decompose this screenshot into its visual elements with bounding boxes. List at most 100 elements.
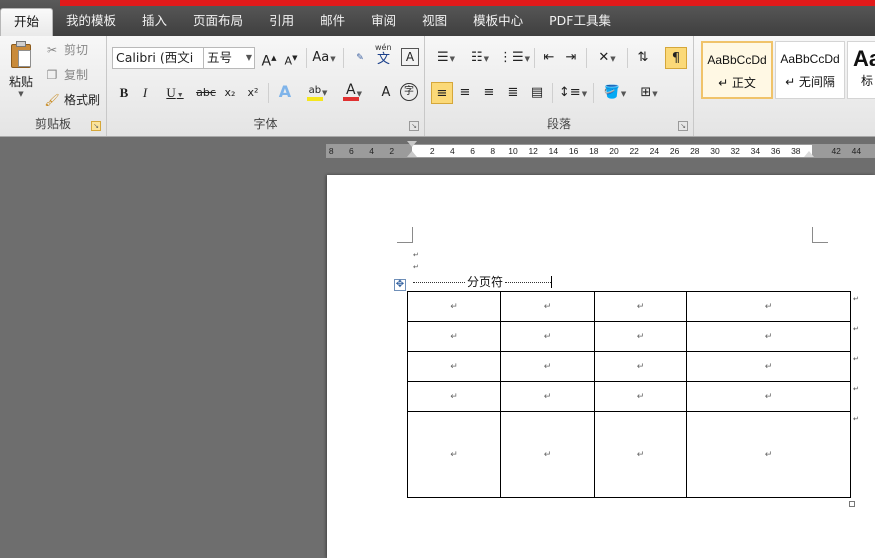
subscript-button[interactable]: x₂ xyxy=(220,82,240,104)
grow-font-button[interactable]: A▲ xyxy=(260,47,278,70)
distributed-icon[interactable]: ▤ xyxy=(527,82,547,104)
align-left-icon[interactable]: ≡ xyxy=(431,82,453,104)
page-break-label: 分页符 xyxy=(465,275,506,289)
tab-1[interactable]: 我的模板 xyxy=(53,8,129,34)
table-cell[interactable]: ↵ xyxy=(686,321,851,352)
char-border-button[interactable]: A xyxy=(401,48,419,66)
table-cell[interactable]: ↵ xyxy=(500,381,595,412)
sort-icon[interactable]: ⇅ xyxy=(633,47,653,69)
align-center-icon[interactable]: ≡ xyxy=(455,82,475,104)
font-size-select[interactable]: 五号 ▼ xyxy=(203,47,255,69)
borders-button[interactable]: ⊞▼ xyxy=(634,82,664,104)
font-color-swatch xyxy=(343,97,359,101)
font-name-select[interactable]: Calibri (西文i xyxy=(112,47,204,69)
table-cell[interactable]: ↵ xyxy=(594,411,687,498)
shrink-font-button[interactable]: A▼ xyxy=(282,47,300,69)
align-right-icon[interactable]: ≡ xyxy=(479,82,499,104)
ruler-number: 26 xyxy=(669,146,680,156)
superscript-button[interactable]: x² xyxy=(243,82,263,104)
line-spacing-button[interactable]: ↕≡▼ xyxy=(558,82,588,104)
hanging-indent-marker[interactable] xyxy=(407,151,417,157)
table-cell[interactable]: ↵ xyxy=(500,291,595,322)
paragraph-launcher-icon[interactable]: ↘ xyxy=(678,121,688,131)
right-indent-marker[interactable] xyxy=(804,151,814,157)
bullets-button[interactable]: ☰▼ xyxy=(431,47,461,69)
page-break[interactable]: 分页符 xyxy=(413,275,553,289)
clipboard-launcher-icon[interactable]: ↘ xyxy=(91,121,101,131)
format-painter-button[interactable]: 🖌 格式刷 xyxy=(44,90,100,110)
table-row: ↵ ↵ ↵ ↵ xyxy=(407,411,851,498)
highlight-button[interactable]: ab▼ xyxy=(304,81,332,103)
tab-7[interactable]: 视图 xyxy=(409,8,460,34)
tab-6[interactable]: 审阅 xyxy=(358,8,409,34)
cut-button[interactable]: ✂ 剪切 xyxy=(44,40,88,60)
underline-button[interactable]: U▼ xyxy=(162,82,188,104)
change-case-button[interactable]: Aa▼ xyxy=(310,47,338,69)
char-shading-button[interactable]: A xyxy=(378,82,394,104)
font-launcher-icon[interactable]: ↘ xyxy=(409,121,419,131)
table-cell[interactable]: ↵ xyxy=(686,351,851,382)
table-cell[interactable]: ↵ xyxy=(407,351,501,382)
tab-4[interactable]: 引用 xyxy=(256,8,307,34)
tab-5[interactable]: 邮件 xyxy=(307,8,358,34)
phonetic-guide-button[interactable]: wén 文 xyxy=(373,43,395,67)
style-heading[interactable]: Aa 标 xyxy=(847,41,875,99)
table-cell[interactable]: ↵ xyxy=(407,321,501,352)
decrease-indent-icon[interactable]: ⇤ xyxy=(540,47,558,69)
table-cell[interactable]: ↵ xyxy=(407,381,501,412)
numbering-button[interactable]: ☷▼ xyxy=(465,47,495,69)
tab-9[interactable]: PDF工具集 xyxy=(536,8,624,34)
increase-indent-icon[interactable]: ⇥ xyxy=(562,47,580,69)
table-cell[interactable]: ↵ xyxy=(594,351,687,382)
bold-letter: B xyxy=(119,85,129,100)
font-size-value: 五号 xyxy=(207,50,233,65)
tab-0[interactable]: 开始 xyxy=(0,8,54,36)
tab-2[interactable]: 插入 xyxy=(129,8,180,34)
table-cell[interactable]: ↵ xyxy=(500,411,595,498)
horizontal-ruler[interactable]: 8 6 4 2 2 4 6 8 10 12 14 16 18 20 22 24 26 28 30 32 34 36 38 42… xyxy=(326,141,875,158)
table-cell[interactable]: ↵ xyxy=(594,321,687,352)
paste-dropdown-icon[interactable]: ▼ xyxy=(6,90,36,98)
table-move-handle-icon[interactable]: ✥ xyxy=(394,279,406,291)
table-cell[interactable]: ↵ xyxy=(686,381,851,412)
text-effects-button[interactable]: A xyxy=(275,81,295,103)
table-cell[interactable]: ↵ xyxy=(594,291,687,322)
row-end-mark: ↵ xyxy=(853,415,859,423)
ruler-number: 44 xyxy=(851,146,862,156)
format-painter-label: 格式刷 xyxy=(64,93,101,107)
chevron-down-icon: ▼ xyxy=(581,90,588,98)
document-page[interactable]: ↵ ↵ 分页符 ✥ ↵ ↵ ↵ ↵ ↵ ↵ ↵ ↵ ↵ ↵ ↵ ↵ ↵ ↵ ↵ ↵ ↵ ↵ ↵ ↵ ↵ ↵ ↵ ↵ ↵ xyxy=(327,175,875,558)
ruler-number: 32 xyxy=(730,146,740,156)
chinese-layout-button[interactable]: ✕▼ xyxy=(592,47,622,69)
row-end-mark: ↵ xyxy=(853,325,859,333)
font-color-button[interactable]: A▼ xyxy=(340,81,368,103)
strikethrough-button[interactable]: abc xyxy=(195,82,217,104)
multilevel-list-button[interactable]: ⋮☰▼ xyxy=(499,47,530,69)
copy-button[interactable]: ❐ 复制 xyxy=(44,65,88,85)
table-cell[interactable]: ↵ xyxy=(500,321,595,352)
style-normal[interactable]: AaBbCcDd ↵ 正文 xyxy=(701,41,773,99)
table-cell[interactable]: ↵ xyxy=(686,411,851,498)
table-cell[interactable]: ↵ xyxy=(500,351,595,382)
table-cell[interactable]: ↵ xyxy=(407,291,501,322)
show-formatting-marks-icon[interactable]: ¶ xyxy=(665,47,687,69)
caret-down-icon: ▼ xyxy=(292,54,298,62)
tab-8[interactable]: 模板中心 xyxy=(460,8,536,34)
enclose-characters-button[interactable]: 字 xyxy=(400,83,418,101)
justify-icon[interactable]: ≣ xyxy=(503,82,523,104)
table-cell[interactable]: ↵ xyxy=(594,381,687,412)
clear-formatting-icon[interactable]: ✎ xyxy=(350,47,370,69)
table-resize-handle[interactable] xyxy=(849,501,855,507)
italic-button[interactable]: I xyxy=(137,82,153,104)
bold-button[interactable]: B xyxy=(116,82,132,104)
style-no-spacing[interactable]: AaBbCcDd ↵ 无间隔 xyxy=(775,41,845,99)
shading-button[interactable]: 🪣▼ xyxy=(600,82,630,104)
tab-3[interactable]: 页面布局 xyxy=(180,8,256,34)
divider xyxy=(627,48,628,68)
first-line-indent-marker[interactable] xyxy=(407,141,417,147)
paste-button[interactable]: 粘贴 ▼ xyxy=(6,40,36,98)
table-cell[interactable]: ↵ xyxy=(686,291,851,322)
cut-label: 剪切 xyxy=(64,43,89,57)
table-cell[interactable]: ↵ xyxy=(407,411,501,498)
style-sample: AaBbCcDd xyxy=(780,52,840,66)
